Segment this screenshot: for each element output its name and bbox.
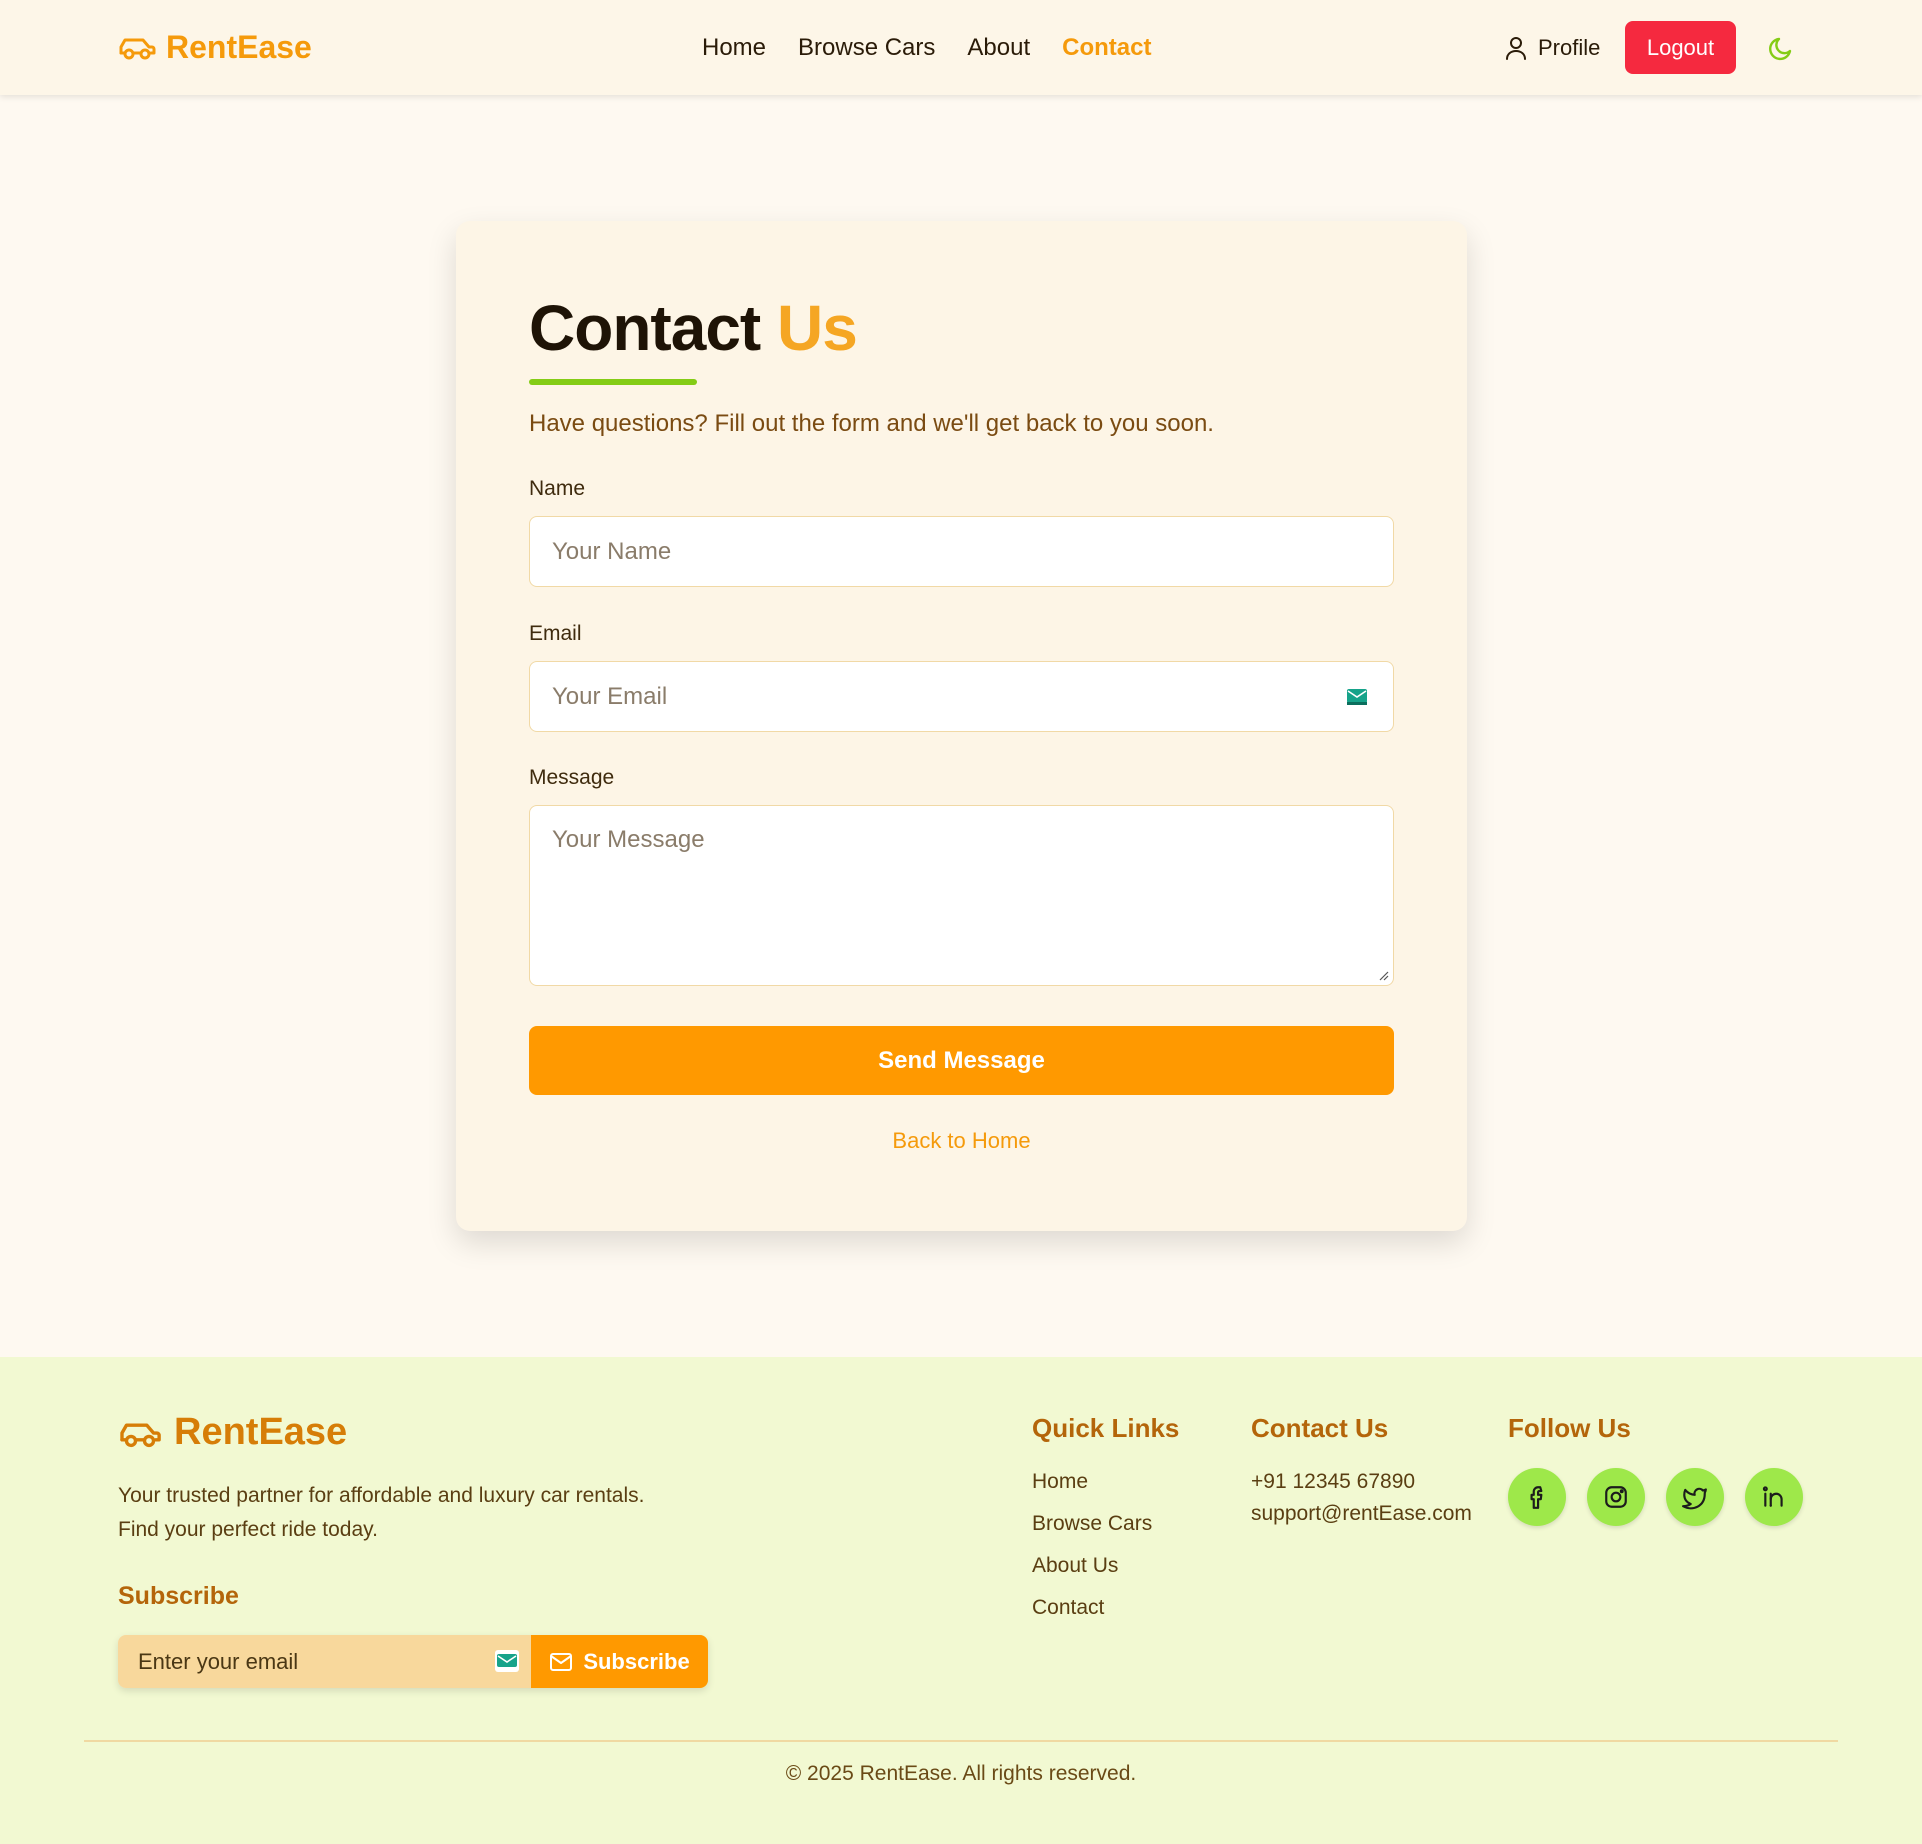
logout-button[interactable]: Logout xyxy=(1625,21,1736,74)
footer-brand[interactable]: RentEase xyxy=(118,1411,347,1454)
instagram-icon xyxy=(1605,1486,1627,1508)
moon-icon[interactable] xyxy=(1766,33,1796,63)
instagram-link[interactable] xyxy=(1587,1468,1645,1526)
subscribe-placeholder: Enter your email xyxy=(138,1648,299,1674)
page-subtitle: Have questions? Fill out the form and we… xyxy=(529,410,1214,437)
email-placeholder: Your Email xyxy=(552,682,668,710)
footer-tagline: Your trusted partner for affordable and … xyxy=(118,1479,718,1547)
tagline-line-2: Find your perfect ride today. xyxy=(118,1518,378,1541)
back-to-home-link[interactable]: Back to Home xyxy=(456,1128,1467,1154)
profile-link[interactable]: Profile xyxy=(1504,32,1600,64)
footer-link-home[interactable]: Home xyxy=(1032,1461,1152,1503)
brand-name: RentEase xyxy=(166,28,312,65)
title-accent: Us xyxy=(777,292,858,364)
subscribe-button-label: Subscribe xyxy=(583,1648,690,1674)
car-icon xyxy=(120,1422,161,1447)
car-icon xyxy=(119,38,156,60)
footer-link-contact[interactable]: Contact xyxy=(1032,1587,1152,1629)
twitter-link[interactable] xyxy=(1666,1468,1724,1526)
subscribe-form: Enter your email Subscribe xyxy=(118,1635,708,1688)
page-title: Contact Us xyxy=(529,291,858,365)
subscribe-button[interactable]: Subscribe xyxy=(531,1635,708,1688)
nav-about[interactable]: About xyxy=(967,34,1030,62)
autofill-mail-icon[interactable] xyxy=(1347,688,1367,705)
quick-links-heading: Quick Links xyxy=(1032,1413,1180,1443)
title-main: Contact xyxy=(529,292,761,364)
nav-home[interactable]: Home xyxy=(702,34,766,62)
contact-card: Contact Us Have questions? Fill out the … xyxy=(456,221,1467,1231)
footer: RentEase Your trusted partner for afford… xyxy=(0,1357,1922,1844)
message-label: Message xyxy=(529,766,615,789)
twitter-icon xyxy=(1682,1487,1707,1510)
brand-logo[interactable]: RentEase xyxy=(118,26,312,68)
nav-browse-cars[interactable]: Browse Cars xyxy=(798,34,935,62)
message-placeholder: Your Message xyxy=(552,826,705,853)
subscribe-email-input[interactable]: Enter your email xyxy=(118,1635,531,1688)
envelope-icon xyxy=(550,1652,573,1671)
social-links xyxy=(1508,1468,1803,1526)
message-textarea[interactable]: Your Message xyxy=(529,805,1394,986)
contact-us-heading: Contact Us xyxy=(1251,1413,1389,1443)
name-label: Name xyxy=(529,477,586,500)
email-label: Email xyxy=(529,622,582,645)
footer-link-browse-cars[interactable]: Browse Cars xyxy=(1032,1503,1152,1545)
title-underline xyxy=(529,379,697,385)
follow-us-heading: Follow Us xyxy=(1508,1413,1631,1443)
tagline-line-1: Your trusted partner for affordable and … xyxy=(118,1484,645,1507)
contact-email[interactable]: support@rentEase.com xyxy=(1251,1498,1472,1530)
footer-link-about-us[interactable]: About Us xyxy=(1032,1545,1152,1587)
linkedin-icon xyxy=(1762,1486,1783,1507)
contact-details: +91 12345 67890 support@rentEase.com xyxy=(1251,1466,1472,1530)
name-placeholder: Your Name xyxy=(552,537,672,565)
contact-phone: +91 12345 67890 xyxy=(1251,1470,1416,1493)
linkedin-link[interactable] xyxy=(1745,1468,1803,1526)
navbar: RentEase Home Browse Cars About Contact … xyxy=(0,0,1922,95)
user-icon xyxy=(1506,37,1526,60)
subscribe-heading: Subscribe xyxy=(118,1582,239,1610)
resize-grip-icon[interactable] xyxy=(1377,969,1389,981)
profile-label: Profile xyxy=(1538,35,1601,60)
quick-links-list: Home Browse Cars About Us Contact xyxy=(1032,1461,1152,1629)
facebook-link[interactable] xyxy=(1508,1468,1566,1526)
facebook-icon xyxy=(1530,1486,1543,1509)
main-nav: Home Browse Cars About Contact xyxy=(702,30,1151,66)
nav-contact[interactable]: Contact xyxy=(1062,34,1151,62)
copyright-text: © 2025 RentEase. All rights reserved. xyxy=(785,1762,1137,1785)
footer-divider xyxy=(84,1740,1838,1742)
footer-brand-name: RentEase xyxy=(174,1411,348,1453)
send-message-button[interactable]: Send Message xyxy=(529,1026,1394,1095)
autofill-mail-icon[interactable] xyxy=(495,1650,519,1672)
email-input[interactable]: Your Email xyxy=(529,661,1394,732)
name-input[interactable]: Your Name xyxy=(529,516,1394,587)
